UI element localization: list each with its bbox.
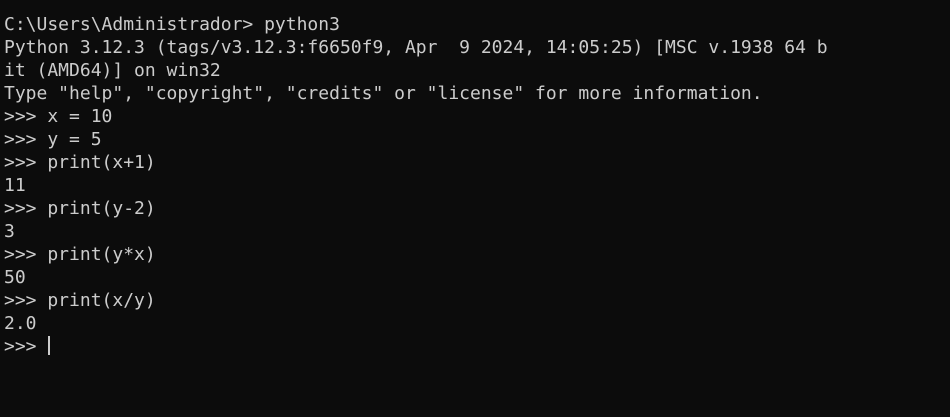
repl-output-line: 2.0	[4, 313, 37, 334]
terminal-window[interactable]: C:\Users\Administrador> python3 Python 3…	[0, 0, 950, 417]
repl-prompt: >>>	[4, 336, 48, 357]
shell-command-line: C:\Users\Administrador> python3	[4, 14, 340, 35]
repl-output-line: 3	[4, 221, 15, 242]
repl-output-line: 11	[4, 175, 26, 196]
python-help-info-line: Type "help", "copyright", "credits" or "…	[4, 83, 763, 104]
text-cursor	[48, 336, 51, 355]
repl-input-line: >>> print(y-2)	[4, 198, 156, 219]
repl-input-line: >>> print(y*x)	[4, 244, 156, 265]
active-prompt-line[interactable]: >>>	[4, 335, 950, 358]
python-version-line: Python 3.12.3 (tags/v3.12.3:f6650f9, Apr…	[4, 37, 828, 58]
repl-input-line: >>> print(x/y)	[4, 290, 156, 311]
repl-input-line: >>> x = 10	[4, 106, 113, 127]
repl-output-line: 50	[4, 267, 26, 288]
repl-input-line: >>> print(x+1)	[4, 152, 156, 173]
python-version-line-continued: it (AMD64)] on win32	[4, 60, 221, 81]
repl-input-line: >>> y = 5	[4, 129, 102, 150]
